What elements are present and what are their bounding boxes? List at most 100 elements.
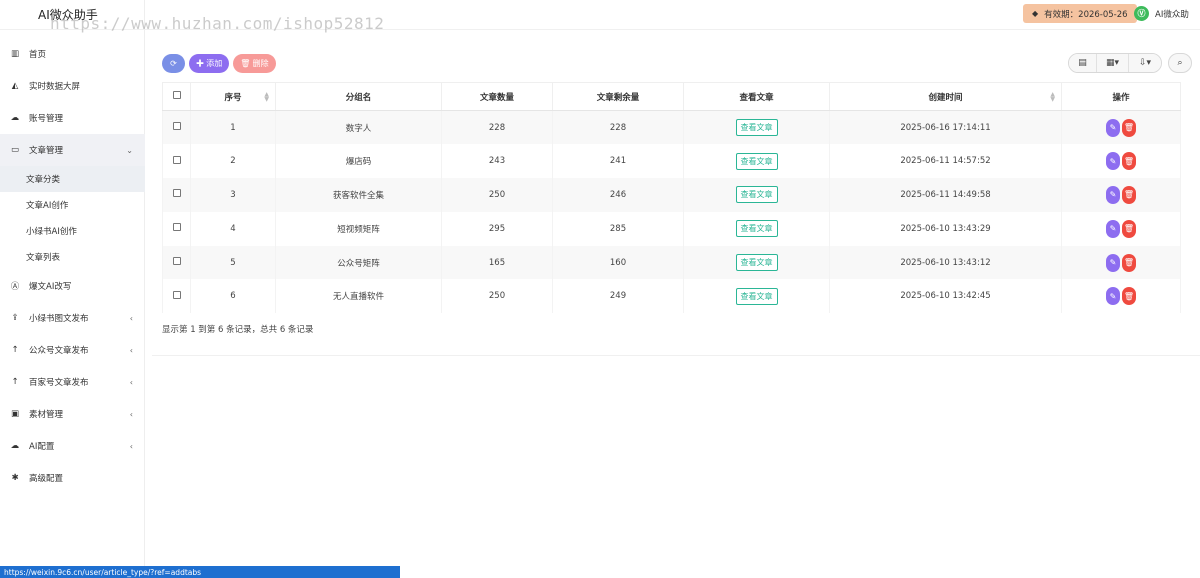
arrow-up-icon: ↑ xyxy=(11,345,19,355)
cell-created: 2025-06-16 17:14:11 xyxy=(829,110,1062,145)
cell-created: 2025-06-10 13:43:29 xyxy=(829,211,1062,246)
columns-icon[interactable]: ▦▾ xyxy=(1097,54,1129,72)
sidebar-item-ai-rewrite[interactable]: Ⓐ 爆文AI改写 xyxy=(0,270,145,302)
cell-remain: 246 xyxy=(552,178,684,212)
sidebar-item-label: 素材管理 xyxy=(29,410,64,420)
search-icon[interactable]: ⌕ xyxy=(1168,53,1192,73)
pagination-info: 显示第 1 到第 6 条记录，总共 6 条记录 xyxy=(162,325,314,335)
chevron-left-icon: ‹ xyxy=(129,345,133,355)
user-menu[interactable]: Ⓥ AI微众助 xyxy=(1134,6,1189,21)
edit-icon[interactable]: ✎ xyxy=(1106,152,1120,171)
view-articles-button[interactable]: 查看文章 xyxy=(735,287,778,305)
chevron-left-icon: ‹ xyxy=(129,409,133,419)
trash-icon[interactable]: 🗑 xyxy=(1122,152,1136,171)
cell-no: 6 xyxy=(190,279,276,314)
cell-name: 数字人 xyxy=(275,110,442,145)
wechat-icon: ☁ xyxy=(10,113,20,123)
cell-count: 243 xyxy=(441,144,553,179)
cell-count: 250 xyxy=(441,279,553,314)
cell-name: 爆店码 xyxy=(275,144,442,179)
sidebar-item-xiaolvshu-publish[interactable]: ⇪ 小绿书图文发布 ‹ xyxy=(0,302,145,334)
sidebar-item-home[interactable]: ▥ 首页 xyxy=(0,38,145,70)
chevron-left-icon: ‹ xyxy=(129,313,133,323)
header-actions: 操作 xyxy=(1061,82,1181,111)
sidebar-subitem-article-category[interactable]: 文章分类 xyxy=(0,166,145,192)
row-checkbox[interactable] xyxy=(172,223,181,232)
sidebar-item-materials[interactable]: ▣ 素材管理 ‹ xyxy=(0,398,145,430)
view-articles-button[interactable]: 查看文章 xyxy=(735,152,778,170)
row-checkbox[interactable] xyxy=(172,189,181,198)
refresh-button[interactable]: ⟳ xyxy=(162,54,185,73)
arrow-up-icon: ↑ xyxy=(11,377,19,387)
sidebar-item-label: 文章管理 xyxy=(29,146,64,156)
edit-icon[interactable]: ✎ xyxy=(1106,219,1120,238)
edit-icon[interactable]: ✎ xyxy=(1106,253,1120,272)
view-tools: ▤ ▦▾ ⇩▾ xyxy=(1068,53,1162,73)
export-icon[interactable]: ⇩▾ xyxy=(1129,54,1161,72)
cell-count: 228 xyxy=(441,110,553,145)
header-created[interactable]: 创建时间 ▲ ▼ xyxy=(829,82,1062,111)
trash-icon[interactable]: 🗑 xyxy=(1122,118,1136,137)
sidebar-item-ai-config[interactable]: ☁ AI配置 ‹ xyxy=(0,430,145,462)
cell-no: 3 xyxy=(190,178,276,212)
header-name: 分组名 xyxy=(275,82,442,111)
table-tools: ▤ ▦▾ ⇩▾ ⌕ xyxy=(1068,53,1192,73)
view-articles-button[interactable]: 查看文章 xyxy=(735,186,778,204)
upload-icon: ⇪ xyxy=(11,313,19,323)
edit-icon[interactable]: ✎ xyxy=(1106,185,1120,204)
sidebar-item-advanced-config[interactable]: ✱ 高级配置 xyxy=(0,462,145,494)
cell-count: 165 xyxy=(441,245,553,280)
divider xyxy=(152,355,1200,356)
cell-remain: 285 xyxy=(552,211,684,246)
category-table: 序号 ▲ ▼ 分组名 文章数量 文章剩余量 查看文章 创建时间 ▲ ▼ 操作 1 数… xyxy=(162,82,1181,314)
validity-badge[interactable]: ◆ 有效期：2026-05-26 xyxy=(1023,4,1137,23)
sidebar-item-label: 爆文AI改写 xyxy=(29,282,72,292)
sidebar-item-articles[interactable]: ▭ 文章管理 ⌄ xyxy=(0,134,145,166)
sidebar-subitem-xiaolvshu-ai[interactable]: 小绿书AI创作 xyxy=(0,218,145,244)
toggle-view-icon[interactable]: ▤ xyxy=(1069,54,1097,72)
sidebar-subitem-article-ai[interactable]: 文章AI创作 xyxy=(0,192,145,218)
trash-icon[interactable]: 🗑 xyxy=(1122,253,1136,272)
gear-icon: ✱ xyxy=(11,473,19,483)
cell-name: 无人直播软件 xyxy=(275,279,442,314)
cell-name: 公众号矩阵 xyxy=(275,245,442,280)
cell-name: 获客软件全集 xyxy=(275,178,442,212)
edit-icon[interactable]: ✎ xyxy=(1106,287,1120,306)
row-checkbox[interactable] xyxy=(172,155,181,164)
view-articles-button[interactable]: 查看文章 xyxy=(735,220,778,238)
table-row: 2 爆店码 243 241 查看文章 2025-06-11 14:57:52 ✎… xyxy=(162,144,1181,179)
table-row: 3 获客软件全集 250 246 查看文章 2025-06-11 14:49:5… xyxy=(162,178,1181,212)
trash-icon[interactable]: 🗑 xyxy=(1122,287,1136,306)
sidebar-item-gzh-publish[interactable]: ↑ 公众号文章发布 ‹ xyxy=(0,334,145,366)
cloud-icon: ☁ xyxy=(10,441,20,451)
chevron-left-icon: ‹ xyxy=(129,441,133,451)
view-articles-button[interactable]: 查看文章 xyxy=(735,119,778,137)
sidebar-item-accounts[interactable]: ☁ 账号管理 xyxy=(0,102,145,134)
sidebar-item-label: 百家号文章发布 xyxy=(29,378,89,388)
row-checkbox[interactable] xyxy=(172,257,181,266)
view-articles-button[interactable]: 查看文章 xyxy=(735,254,778,272)
sidebar-item-dashboard[interactable]: ◭ 实时数据大屏 xyxy=(0,70,145,102)
cell-count: 295 xyxy=(441,211,553,246)
cell-created: 2025-06-11 14:57:52 xyxy=(829,144,1062,179)
table-header-row: 序号 ▲ ▼ 分组名 文章数量 文章剩余量 查看文章 创建时间 ▲ ▼ 操作 xyxy=(162,82,1181,111)
table-row: 6 无人直播软件 250 249 查看文章 2025-06-10 13:42:4… xyxy=(162,279,1181,314)
sidebar-item-label: 公众号文章发布 xyxy=(29,346,89,356)
delete-button[interactable]: 🗑 删除 xyxy=(233,54,276,73)
trash-icon[interactable]: 🗑 xyxy=(1122,219,1136,238)
select-all-header xyxy=(162,82,191,111)
chevron-down-icon: ⌄ xyxy=(126,145,133,155)
validity-label: 有效期：2026-05-26 xyxy=(1044,9,1128,20)
select-all-checkbox[interactable] xyxy=(172,91,181,99)
add-button[interactable]: ✚ 添加 xyxy=(189,54,230,73)
sidebar-subitem-article-list[interactable]: 文章列表 xyxy=(0,244,145,270)
header-no[interactable]: 序号 ▲ ▼ xyxy=(190,82,276,111)
row-checkbox[interactable] xyxy=(172,290,181,299)
row-checkbox[interactable] xyxy=(172,122,181,131)
edit-icon[interactable]: ✎ xyxy=(1106,118,1120,137)
cell-no: 2 xyxy=(190,144,276,179)
sidebar-nav: ▥ 首页 ◭ 实时数据大屏 ☁ 账号管理 ▭ 文章管理 ⌄ 文章分类 文章AI创… xyxy=(0,38,145,494)
trash-icon[interactable]: 🗑 xyxy=(1122,185,1136,204)
ai-icon: Ⓐ xyxy=(10,282,20,292)
sidebar-item-baijiahao-publish[interactable]: ↑ 百家号文章发布 ‹ xyxy=(0,366,145,398)
